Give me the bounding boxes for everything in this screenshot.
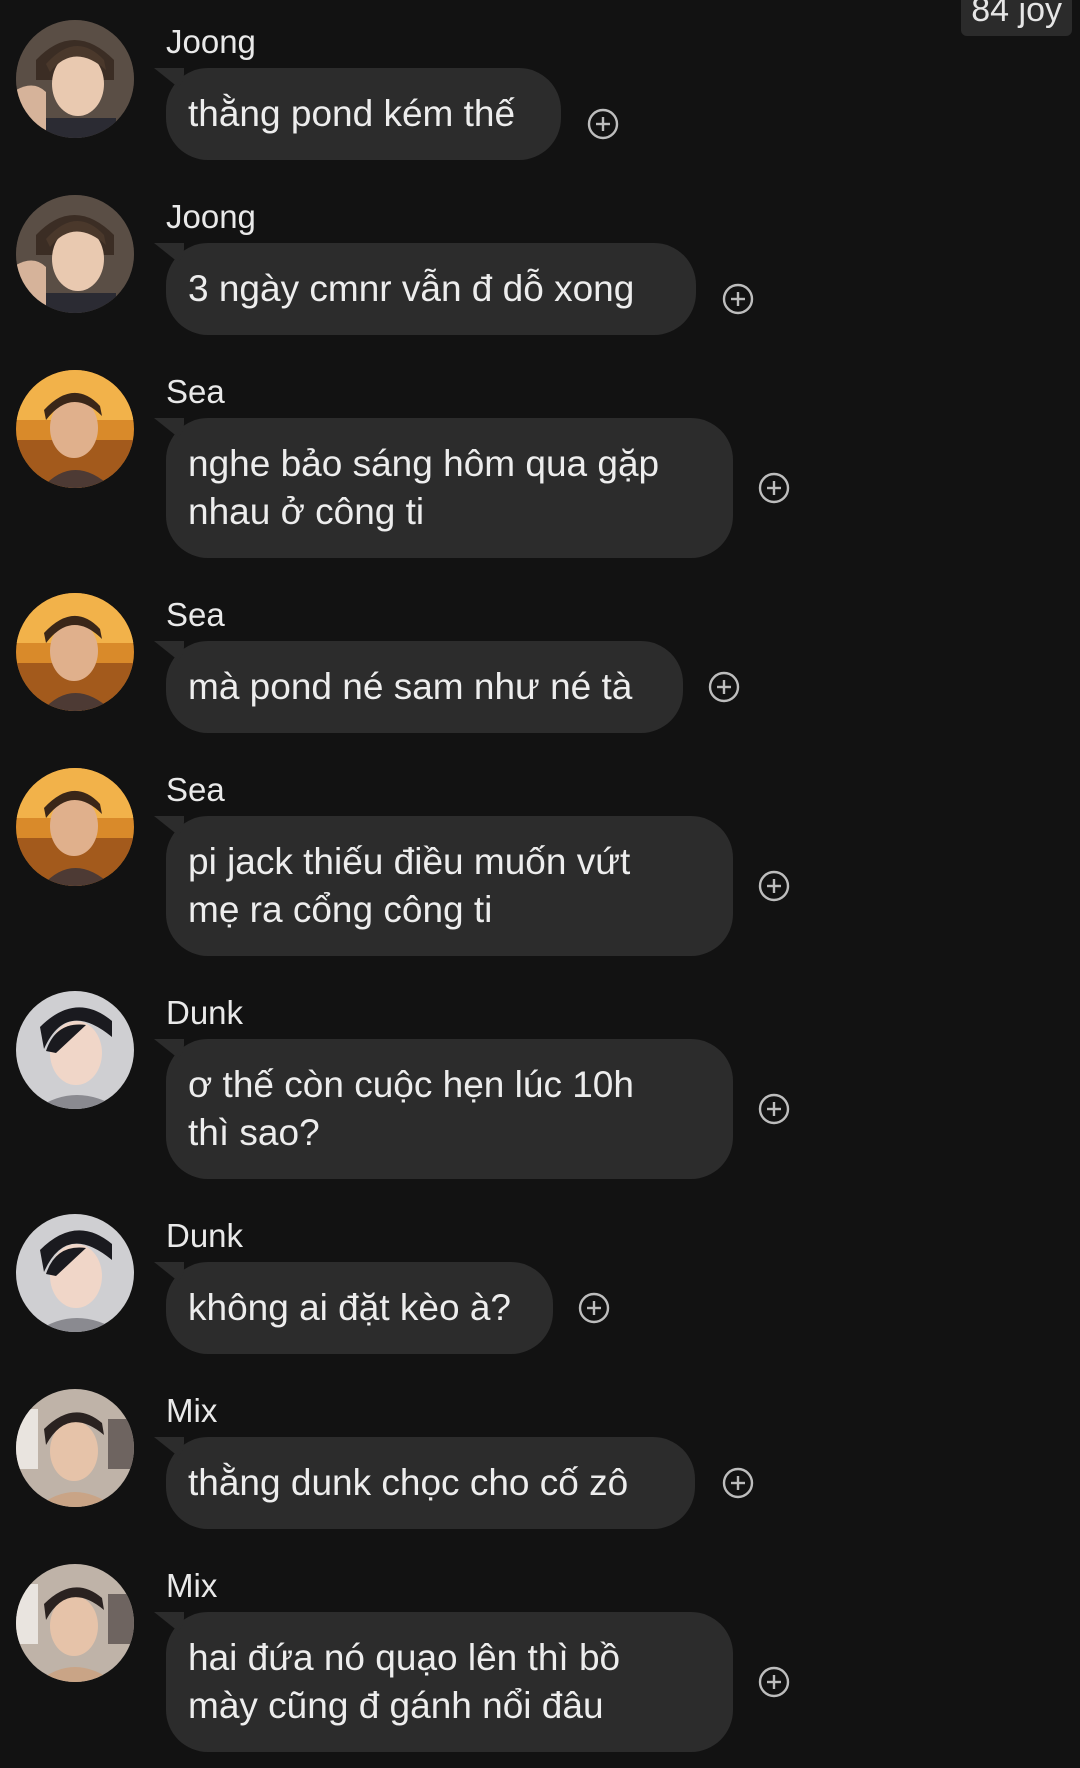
add-reaction-icon[interactable] <box>722 283 754 315</box>
sea-avatar[interactable] <box>16 768 134 886</box>
dunk-avatar[interactable] <box>16 1214 134 1332</box>
joong-avatar[interactable] <box>16 20 134 138</box>
dunk-avatar[interactable] <box>16 991 134 1109</box>
message-bubble[interactable]: thằng dunk chọc cho cố zô <box>166 1437 695 1529</box>
message-bubble[interactable]: thằng pond kém thế <box>166 68 561 160</box>
message-bubble[interactable]: pi jack thiếu điều muốn vứt mẹ ra cổng c… <box>166 816 733 956</box>
add-reaction-icon[interactable] <box>722 1467 754 1499</box>
add-reaction-icon[interactable] <box>578 1292 610 1324</box>
mix-avatar[interactable] <box>16 1564 134 1682</box>
add-reaction-icon[interactable] <box>758 472 790 504</box>
sea-avatar[interactable] <box>16 370 134 488</box>
message-bubble[interactable]: ơ thế còn cuộc hẹn lúc 10h thì sao? <box>166 1039 733 1179</box>
sea-avatar[interactable] <box>16 593 134 711</box>
add-reaction-icon[interactable] <box>758 1666 790 1698</box>
joong-avatar[interactable] <box>16 195 134 313</box>
sender-name: Dunk <box>166 994 244 1031</box>
add-reaction-icon[interactable] <box>758 870 790 902</box>
message-bubble[interactable]: 3 ngày cmnr vẫn đ dỗ xong <box>166 243 696 335</box>
message-bubble[interactable]: mà pond né sam như né tà <box>166 641 683 733</box>
message-bubble[interactable]: không ai đặt kèo à? <box>166 1262 553 1354</box>
reaction-count-badge: 84 joy <box>961 0 1072 36</box>
sender-name: Sea <box>166 771 225 808</box>
add-reaction-icon[interactable] <box>587 108 619 140</box>
add-reaction-icon[interactable] <box>708 671 740 703</box>
sender-name: Joong <box>166 198 256 235</box>
add-reaction-icon[interactable] <box>758 1093 790 1125</box>
sender-name: Sea <box>166 596 225 633</box>
message-bubble[interactable]: hai đứa nó quạo lên thì bồ mày cũng đ gá… <box>166 1612 733 1752</box>
sender-name: Dunk <box>166 1217 244 1254</box>
sender-name: Mix <box>166 1392 218 1429</box>
sender-name: Sea <box>166 373 225 410</box>
sender-name: Mix <box>166 1567 218 1604</box>
mix-avatar[interactable] <box>16 1389 134 1507</box>
sender-name: Joong <box>166 23 256 60</box>
message-bubble[interactable]: nghe bảo sáng hôm qua gặp nhau ở công ti <box>166 418 733 558</box>
